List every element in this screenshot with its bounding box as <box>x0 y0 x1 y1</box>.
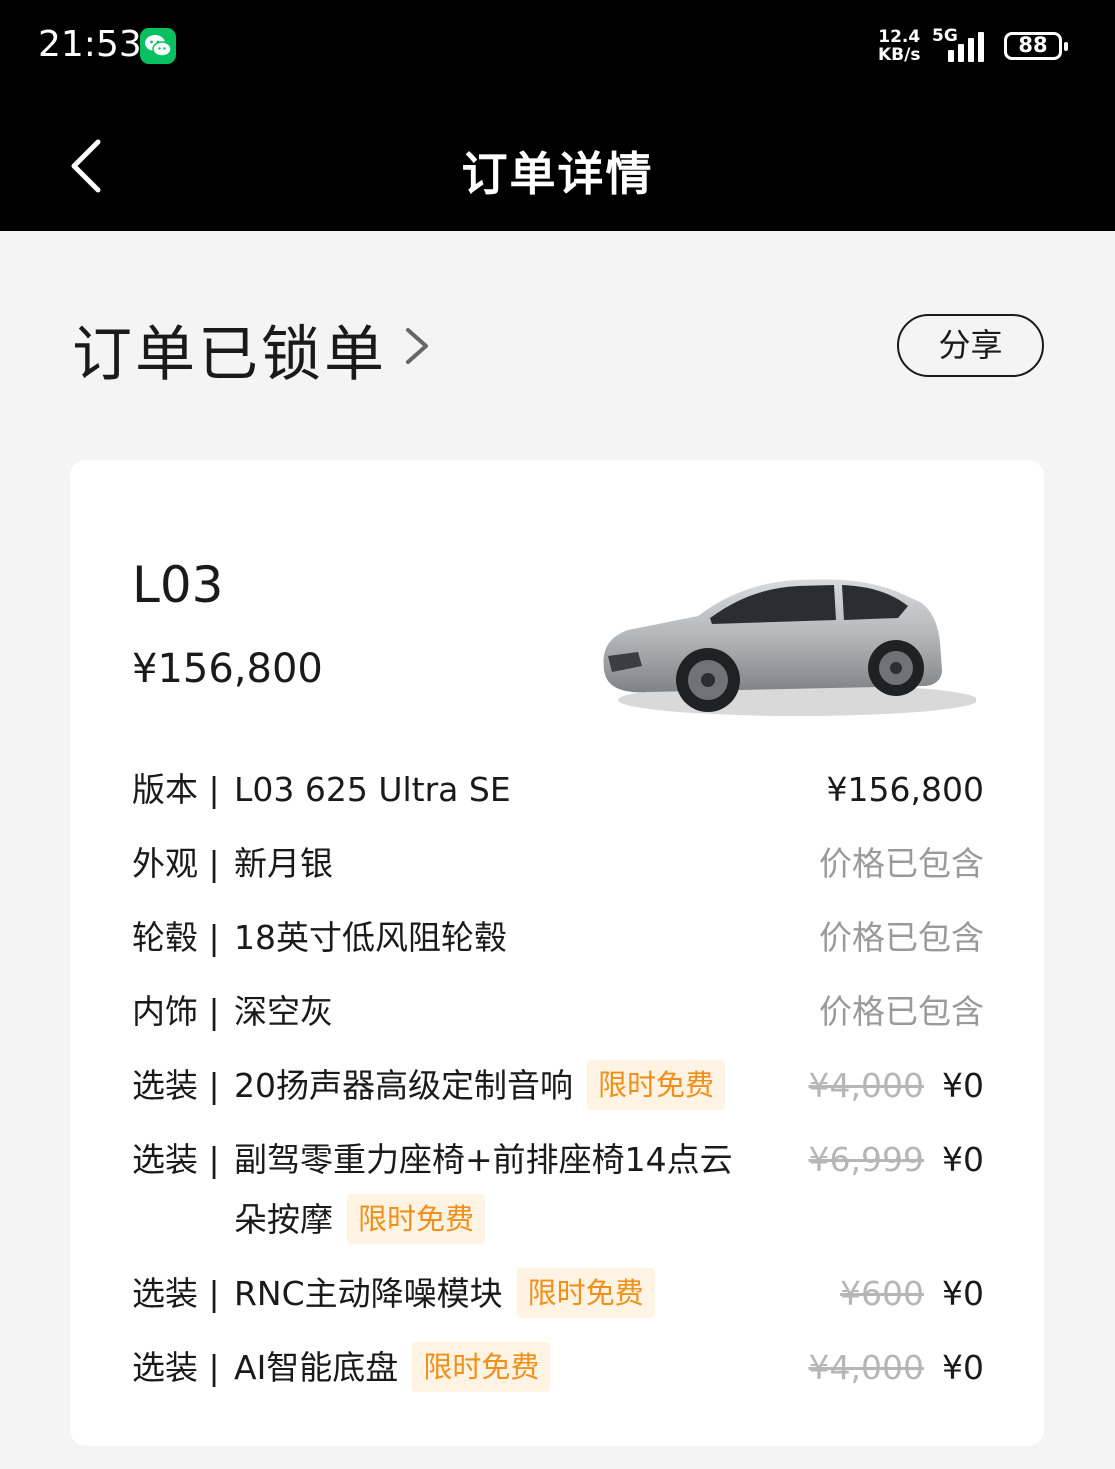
network-speed-value: 12.4 <box>878 27 921 47</box>
row-value-text: 20扬声器高级定制音响 <box>234 1066 573 1105</box>
row-label: 外观 | <box>132 844 220 883</box>
row-amount: ¥4,000 ¥0 <box>809 1062 984 1110</box>
row-value-line1: 副驾零重力座椅+前排座椅14点云 <box>234 1140 733 1179</box>
vehicle-model: L03 <box>132 556 224 614</box>
row-amount: ¥6,999 ¥0 <box>809 1136 984 1184</box>
row-amount: ¥600 ¥0 <box>840 1270 984 1318</box>
final-price: ¥0 <box>942 1140 984 1179</box>
row-label: 选装 | <box>132 1066 220 1105</box>
row-label: 版本 | <box>132 770 220 809</box>
original-price: ¥6,999 <box>808 1140 924 1179</box>
signal-icon <box>944 30 992 62</box>
free-badge: 限时免费 <box>412 1341 551 1392</box>
row-value: AI智能底盘 限时免费 <box>234 1341 551 1395</box>
free-badge: 限时免费 <box>516 1267 655 1318</box>
row-label: 选装 | <box>132 1274 220 1313</box>
order-card: L03 ¥156,800 版本 | L03 625 Ultra SE ¥156,… <box>70 460 1044 1446</box>
chevron-right-icon[interactable] <box>402 324 432 368</box>
order-status-title[interactable]: 订单已锁单 <box>72 306 387 393</box>
row-value: 18英寸低风阻轮毂 <box>234 918 507 957</box>
row-value-text: RNC主动降噪模块 <box>234 1274 503 1313</box>
original-price: ¥4,000 <box>808 1348 924 1387</box>
vehicle-price: ¥156,800 <box>132 646 323 692</box>
row-value-text: AI智能底盘 <box>234 1348 399 1387</box>
row-value: RNC主动降噪模块 限时免费 <box>234 1267 655 1321</box>
network-speed-unit: KB/s <box>878 45 921 65</box>
row-label: 选装 | <box>132 1348 220 1387</box>
row-value-line2-wrap: 朵按摩 限时免费 <box>234 1193 733 1247</box>
row-value-line2: 朵按摩 <box>234 1200 333 1239</box>
free-badge: 限时免费 <box>587 1059 726 1110</box>
wechat-icon <box>140 28 176 64</box>
row-value: 副驾零重力座椅+前排座椅14点云 朵按摩 限时免费 <box>234 1136 733 1247</box>
row-value: 新月银 <box>234 844 333 883</box>
navigation-bar: 订单详情 <box>0 100 1115 231</box>
original-price: ¥600 <box>840 1274 924 1313</box>
row-amount: 价格已包含 <box>819 918 984 957</box>
row-amount: 价格已包含 <box>819 992 984 1031</box>
battery-level: 88 <box>1018 33 1048 57</box>
row-label: 选装 | <box>132 1140 220 1179</box>
page-title: 订单详情 <box>461 147 654 201</box>
row-amount: ¥4,000 ¥0 <box>809 1344 984 1392</box>
original-price: ¥4,000 <box>808 1066 924 1105</box>
status-bar: 21:53 12.4 KB/s 5G 88 <box>0 0 1115 100</box>
row-amount: 价格已包含 <box>819 844 984 883</box>
final-price: ¥0 <box>942 1348 984 1387</box>
share-button[interactable]: 分享 <box>897 314 1044 377</box>
free-badge: 限时免费 <box>347 1193 486 1244</box>
row-amount: ¥156,800 <box>826 770 984 809</box>
car-image <box>603 579 976 716</box>
row-label: 轮毂 | <box>132 918 220 957</box>
row-label: 内饰 | <box>132 992 220 1031</box>
status-time: 21:53 <box>38 24 142 65</box>
row-value: 20扬声器高级定制音响 限时免费 <box>234 1059 726 1113</box>
network-speed: 12.4 KB/s <box>878 28 920 64</box>
row-value: L03 625 Ultra SE <box>234 770 511 809</box>
row-value: 深空灰 <box>234 992 333 1031</box>
battery-icon: 88 <box>1004 32 1068 60</box>
final-price: ¥0 <box>942 1274 984 1313</box>
final-price: ¥0 <box>942 1066 984 1105</box>
